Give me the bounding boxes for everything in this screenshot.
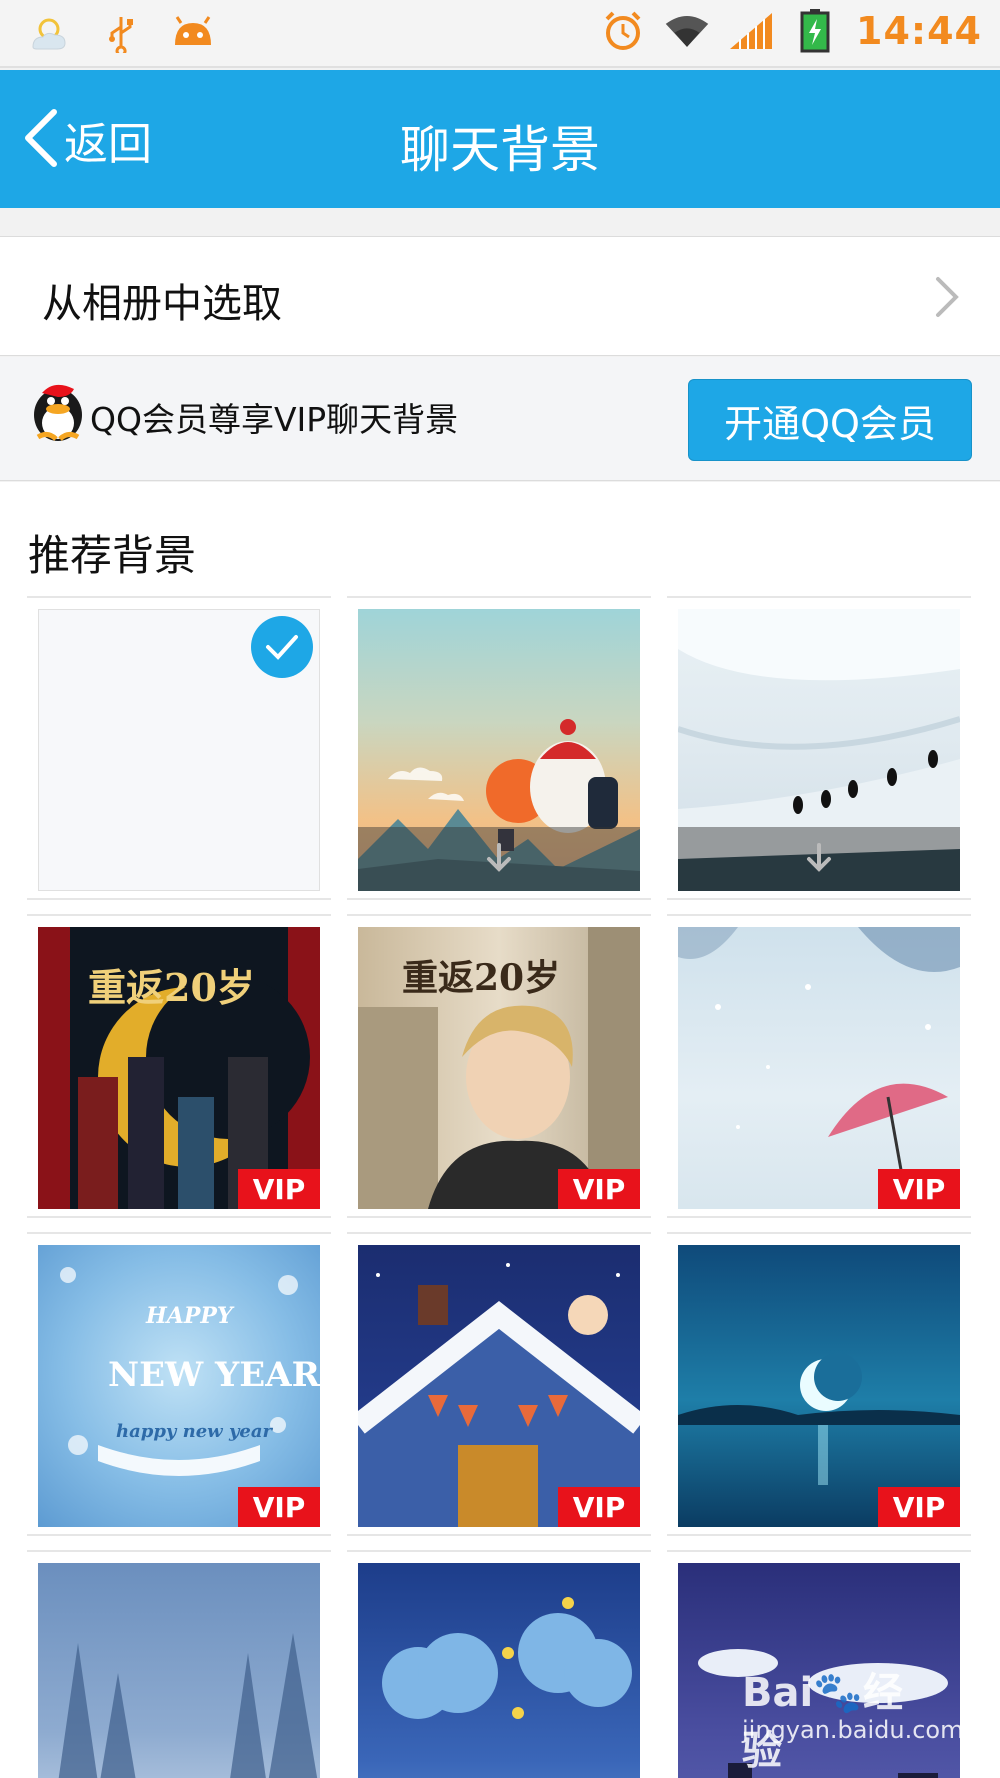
background-thumbnail: VIP: [678, 927, 960, 1209]
signal-icon: [728, 8, 774, 54]
background-tile-return-twenty-group[interactable]: 重返20岁 VIP: [27, 914, 331, 1218]
android-icon: [170, 10, 216, 56]
background-tile-night-clouds-stars[interactable]: [347, 1550, 651, 1778]
background-tile-snowy-roof-2015[interactable]: VIP: [347, 1232, 651, 1536]
usb-icon: [98, 10, 144, 56]
poster-title: 重返20岁: [402, 957, 561, 999]
watermark-url: jingyan.baidu.com: [742, 1716, 964, 1744]
background-tile-penguins-iceberg[interactable]: [667, 596, 971, 900]
background-thumbnail: 重返20岁 VIP: [358, 927, 640, 1209]
background-thumbnail: [678, 609, 960, 891]
choose-from-album-row[interactable]: 从相册中选取: [0, 236, 1000, 356]
download-icon: [487, 843, 511, 872]
vip-badge: VIP: [238, 1487, 320, 1527]
background-tile-blank[interactable]: [27, 596, 331, 900]
status-bar: 14:44: [0, 0, 1000, 68]
vip-badge: VIP: [558, 1169, 640, 1209]
background-tile-return-twenty-portrait[interactable]: 重返20岁 VIP: [347, 914, 651, 1218]
background-thumbnail: VIP: [358, 1245, 640, 1527]
background-tile-misty-forest[interactable]: [27, 1550, 331, 1778]
selected-check-icon: [251, 616, 313, 678]
title-bar: 返回 聊天背景: [0, 70, 1000, 208]
background-thumbnail: [358, 1563, 640, 1778]
vip-badge: VIP: [558, 1487, 640, 1527]
background-thumbnail: 重返20岁 VIP: [38, 927, 320, 1209]
vip-badge: VIP: [238, 1169, 320, 1209]
background-tile-snow-umbrella[interactable]: VIP: [667, 914, 971, 1218]
card-main-text: NEW YEAR: [108, 1355, 320, 1395]
background-thumbnail: [358, 609, 640, 891]
baidu-jingyan-watermark: Bai🐾经验 jingyan.baidu.com: [742, 1660, 963, 1774]
open-qq-vip-button[interactable]: 开通QQ会员: [688, 379, 972, 461]
qq-penguin-icon: [30, 379, 86, 445]
clock: 14:44: [856, 9, 982, 53]
background-thumbnail: [38, 609, 320, 891]
background-tile-moon-lake[interactable]: VIP: [667, 1232, 971, 1536]
weather-icon: [26, 10, 72, 56]
vip-promo-text: QQ会员尊享VIP聊天背景: [90, 400, 459, 439]
poster-title: 重返20岁: [88, 965, 255, 1010]
background-thumbnail: [38, 1563, 320, 1778]
vip-badge: VIP: [878, 1169, 960, 1209]
download-overlay: [678, 827, 960, 891]
background-tile-sunset-characters[interactable]: [347, 596, 651, 900]
vip-badge: VIP: [878, 1487, 960, 1527]
download-overlay: [358, 827, 640, 891]
chevron-right-icon: [934, 275, 960, 323]
vip-promo-bar: QQ会员尊享VIP聊天背景 开通QQ会员: [0, 357, 1000, 481]
download-icon: [807, 843, 831, 872]
recommended-title: 推荐背景: [28, 531, 197, 580]
wifi-icon: [664, 8, 710, 54]
background-thumbnail: VIP: [678, 1245, 960, 1527]
recommended-section: 推荐背景 重返20岁 VIP 重返20岁 VIP VIP HAPPY NEW Y…: [0, 482, 1000, 1778]
page-title: 聊天背景: [400, 121, 600, 179]
background-tile-happy-new-year[interactable]: HAPPY NEW YEAR happy new year VIP: [27, 1232, 331, 1536]
card-bottom-text: happy new year: [116, 1421, 273, 1442]
album-label: 从相册中选取: [42, 281, 282, 327]
battery-charging-icon: [792, 8, 838, 54]
alarm-icon: [600, 8, 646, 54]
background-thumbnail: HAPPY NEW YEAR happy new year VIP: [38, 1245, 320, 1527]
card-top-text: HAPPY: [146, 1303, 233, 1329]
